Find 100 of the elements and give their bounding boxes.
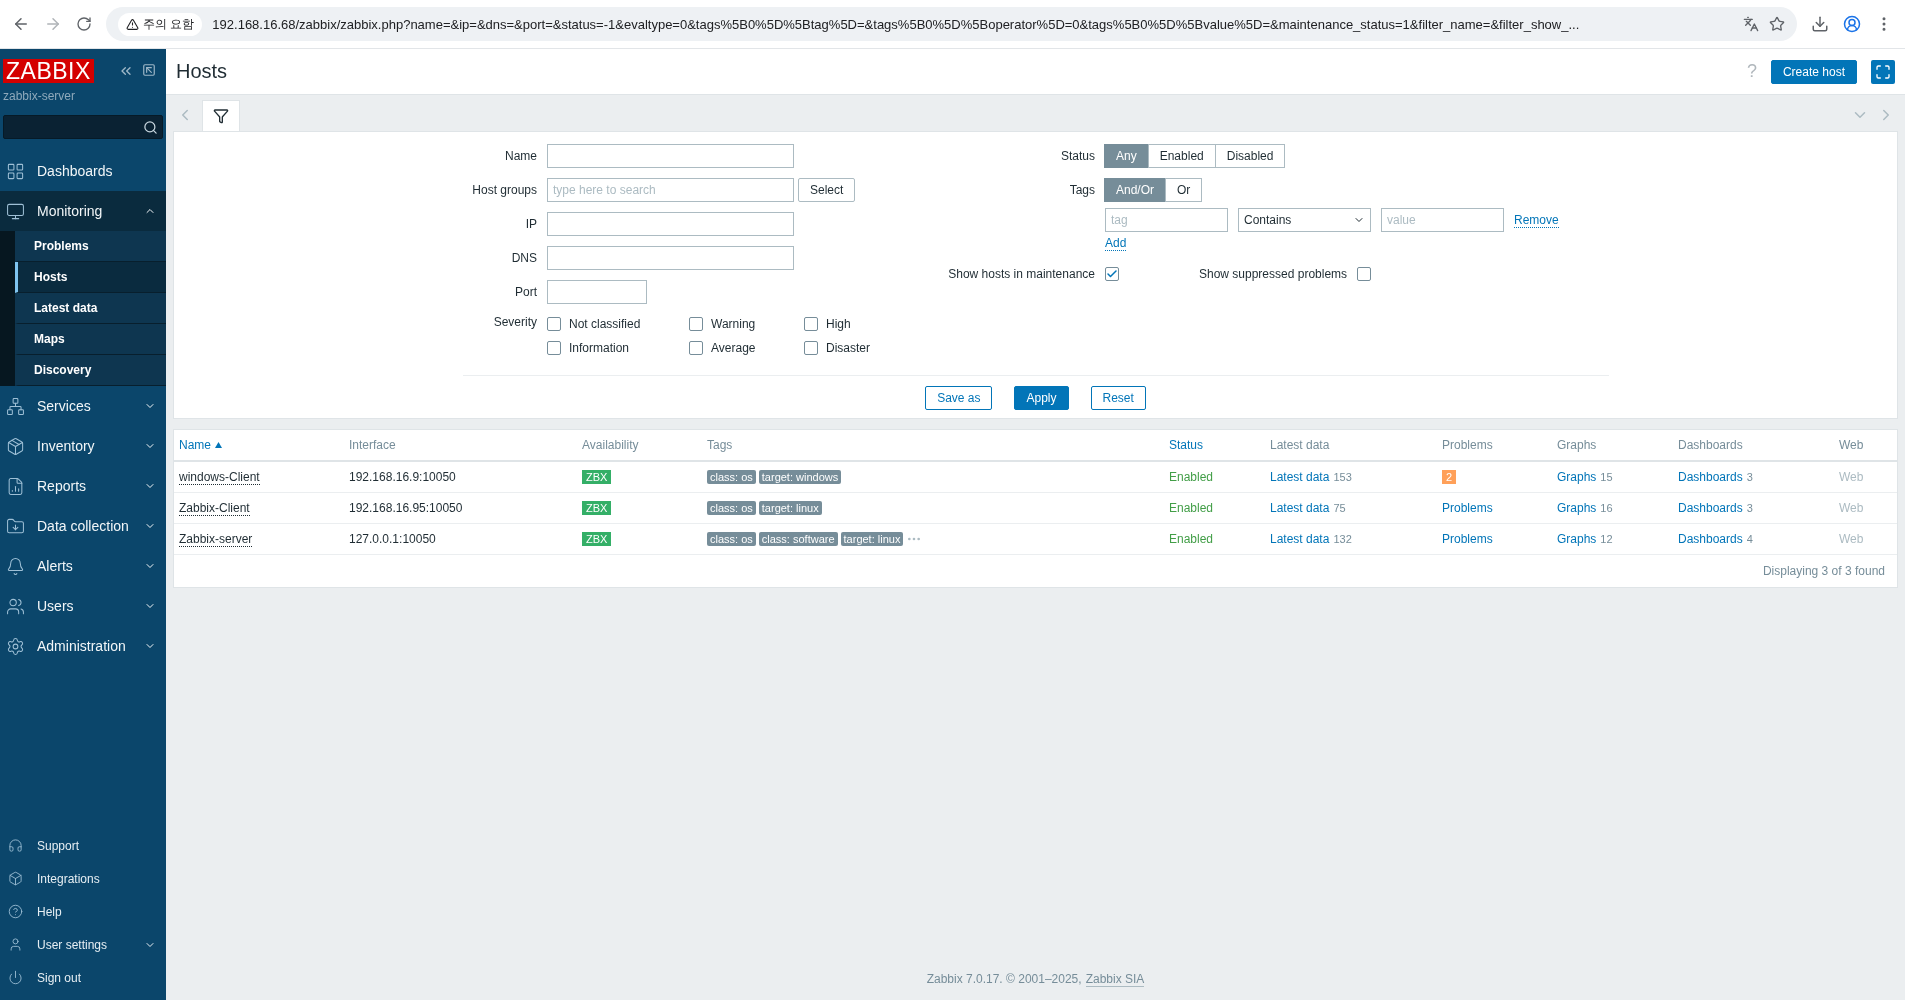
warning-text: 주의 요함 — [143, 15, 195, 33]
menu-item[interactable]: Alerts — [0, 546, 166, 586]
checkbox[interactable] — [804, 317, 818, 331]
input-field[interactable] — [547, 280, 647, 304]
host-link[interactable]: Zabbix-server — [179, 531, 253, 547]
star-icon[interactable] — [1769, 16, 1785, 32]
menu-item[interactable]: Sign out — [0, 961, 166, 994]
input-field[interactable] — [547, 246, 794, 270]
submenu-item[interactable]: Hosts — [15, 262, 166, 293]
remove-link[interactable]: Remove — [1514, 212, 1559, 228]
tag-chip: class: software — [758, 532, 838, 546]
cube-icon — [6, 436, 25, 456]
menu-item[interactable]: Services — [0, 386, 166, 426]
grid-icon — [6, 161, 25, 181]
dashboards-link[interactable]: Dashboards — [1678, 501, 1743, 515]
filter-button[interactable]: Apply — [1014, 386, 1069, 410]
column-header[interactable]: Status — [1169, 438, 1270, 452]
problems-link[interactable]: Problems — [1442, 501, 1557, 515]
tags-toggle[interactable]: Or — [1165, 178, 1203, 202]
filter-tab[interactable] — [202, 100, 240, 131]
latest-data-link[interactable]: Latest data — [1270, 532, 1330, 546]
menu-item[interactable]: User settings — [0, 928, 166, 961]
select-button[interactable]: Select — [798, 178, 856, 202]
add-link[interactable]: Add — [1105, 235, 1127, 251]
submenu-item[interactable]: Discovery — [15, 355, 166, 386]
dashboards-link[interactable]: Dashboards — [1678, 532, 1743, 546]
tag-field[interactable]: tag — [1105, 208, 1228, 232]
graphs-link[interactable]: Graphs — [1557, 470, 1597, 484]
web-text: Web — [1839, 532, 1865, 546]
user-icon — [8, 937, 23, 952]
forward-icon[interactable] — [44, 15, 62, 33]
input-field[interactable] — [547, 144, 794, 168]
menu-item[interactable]: Integrations — [0, 862, 166, 895]
menu-item[interactable]: Administration — [0, 626, 166, 666]
input-field[interactable] — [547, 212, 794, 236]
url-text: 192.168.16.68/zabbix/zabbix.php?name=&ip=&dns=&port=&status=-1&evaltype=0&tags%5B0%5D%5Btag%5D=&tags%5B0%5D%5Boperator%5D=0&tags%5B0%5D%5Bvalue%5D=&maintenance_status=1&filter_name=&filter_show_... — [212, 16, 1581, 32]
column-header: Web — [1839, 438, 1865, 452]
operator-dropdown[interactable]: Contains — [1238, 208, 1371, 232]
logo[interactable]: ZABBIX — [3, 59, 94, 83]
column-header[interactable]: Name — [179, 438, 349, 452]
latest-data-link[interactable]: Latest data — [1270, 501, 1330, 515]
address-bar[interactable] — [106, 7, 1797, 41]
security-warning-chip[interactable]: 주의 요함 — [118, 12, 203, 36]
tag-chip: target: linux — [758, 501, 822, 515]
field-label: Show hosts in maintenance — [947, 266, 1095, 283]
host-link[interactable]: windows-Client — [179, 469, 260, 485]
checkbox[interactable] — [547, 341, 561, 355]
tag-chip: target: linux — [840, 532, 904, 546]
input-field[interactable]: type here to search — [547, 178, 794, 202]
menu-item[interactable]: Inventory — [0, 426, 166, 466]
status-link[interactable]: Enabled — [1169, 470, 1270, 484]
host-link[interactable]: Zabbix-Client — [179, 500, 250, 516]
submenu-item[interactable]: Problems — [15, 231, 166, 262]
status-toggle[interactable]: Enabled — [1147, 144, 1216, 168]
submenu-item[interactable]: Latest data — [15, 293, 166, 324]
status-toggle[interactable]: Disabled — [1214, 144, 1286, 168]
checkbox[interactable] — [1357, 267, 1372, 281]
back-icon[interactable] — [12, 15, 30, 33]
search-icon[interactable] — [143, 119, 158, 135]
graphs-link[interactable]: Graphs — [1557, 501, 1597, 515]
filter-button[interactable]: Save as — [925, 386, 993, 410]
menu-item[interactable]: Dashboards — [0, 151, 166, 191]
translate-icon[interactable] — [1743, 16, 1759, 32]
create-host-button[interactable]: Create host — [1770, 59, 1857, 84]
reload-icon[interactable] — [76, 16, 92, 32]
checkbox-label: Average — [711, 341, 756, 355]
fullscreen-button[interactable] — [1871, 59, 1895, 84]
status-link[interactable]: Enabled — [1169, 501, 1270, 515]
menu-item[interactable]: Support — [0, 829, 166, 862]
checkbox-label: High — [826, 317, 851, 331]
table-cell-text: 192.168.16.95:10050 — [349, 501, 464, 515]
dashboards-link[interactable]: Dashboards — [1678, 470, 1743, 484]
profile-icon[interactable] — [1843, 15, 1861, 33]
kiosk-icon[interactable] — [142, 63, 156, 77]
latest-data-link[interactable]: Latest data — [1270, 470, 1330, 484]
filter-button[interactable]: Reset — [1090, 386, 1146, 410]
download-icon[interactable] — [1811, 15, 1829, 33]
submenu-item[interactable]: Maps — [15, 324, 166, 355]
menu-item[interactable]: Data collection — [0, 506, 166, 546]
menu-item[interactable]: Help — [0, 895, 166, 928]
field-label: IP — [524, 216, 537, 233]
graphs-link[interactable]: Graphs — [1557, 532, 1597, 546]
web-text: Web — [1839, 501, 1865, 515]
checkbox[interactable] — [1105, 267, 1119, 281]
availability-badge: ZBX — [582, 470, 612, 484]
menu-item[interactable]: Reports — [0, 466, 166, 506]
status-link[interactable]: Enabled — [1169, 532, 1270, 546]
search-field[interactable] — [3, 115, 163, 139]
bell-icon — [6, 556, 25, 576]
checkbox-label: Not classified — [569, 317, 641, 331]
checkbox[interactable] — [689, 317, 703, 331]
value-field[interactable]: value — [1381, 208, 1504, 232]
checkbox[interactable] — [689, 341, 703, 355]
count-text: 16 — [1600, 502, 1613, 514]
problems-link[interactable]: Problems — [1442, 532, 1557, 546]
checkbox[interactable] — [804, 341, 818, 355]
folder-download-icon — [6, 516, 25, 536]
table-cell-text: 127.0.0.1:10050 — [349, 532, 437, 546]
menu-item[interactable]: Users — [0, 586, 166, 626]
checkbox[interactable] — [547, 317, 561, 331]
